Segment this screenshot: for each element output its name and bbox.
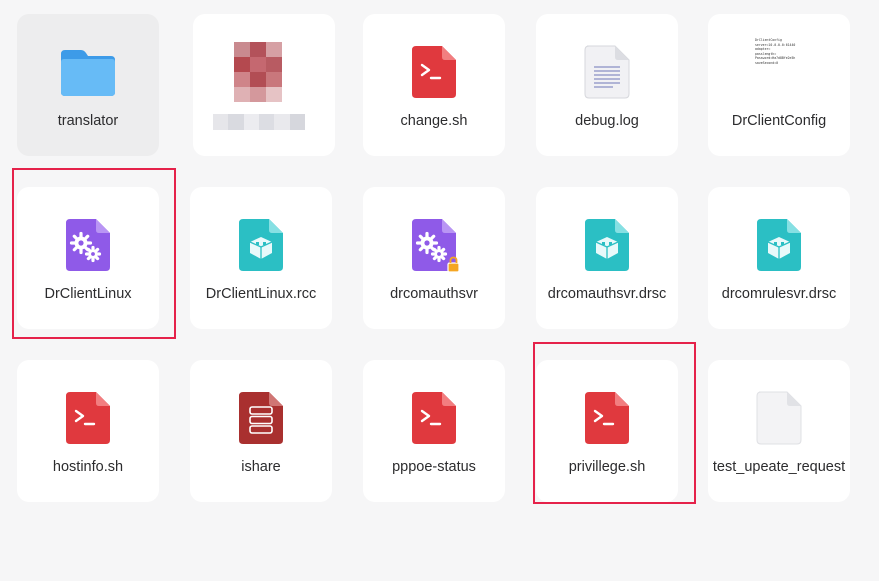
file-name: debug.log [575,113,639,129]
package-icon [749,215,809,275]
package-icon [577,215,637,275]
file-item-hostinfo-sh[interactable]: hostinfo.sh [17,360,159,502]
file-grid: translator change.sh debug.log DrClientC… [0,0,879,581]
file-name: DrClientConfig [731,113,827,129]
executable-gear-locked-icon [404,215,464,275]
file-name: hostinfo.sh [52,459,124,475]
text-document-icon [577,42,637,102]
file-name: pppoe-status [392,459,476,475]
folder-icon [58,42,118,102]
package-icon [231,215,291,275]
file-item-translator[interactable]: translator [17,14,159,156]
database-icon [231,388,291,448]
file-item-redacted[interactable] [193,14,335,156]
file-name: drcomrulesvr.drsc [721,286,837,302]
file-name: translator [57,113,119,129]
config-preview-line: saveSecond=0 [755,60,779,65]
file-name: test_upeate_request [712,459,846,475]
file-item-drclientlinux-rcc[interactable]: DrClientLinux.rcc [190,187,332,329]
file-item-ishare[interactable]: ishare [190,360,332,502]
shell-script-icon [404,388,464,448]
blank-document-icon [749,388,809,448]
file-item-drcomauthsvr-drsc[interactable]: drcomauthsvr.drsc [536,187,678,329]
highlight-box-drclientlinux [12,168,176,339]
shell-script-icon [58,388,118,448]
file-name [213,114,305,130]
file-item-drclientconfig[interactable]: DrClientConfig server=10.0.0.0:61440 adapt… [708,14,850,156]
highlight-box-privillege-sh [533,342,696,504]
file-item-drcomrulesvr-drsc[interactable]: drcomrulesvr.drsc [708,187,850,329]
file-item-change-sh[interactable]: change.sh [363,14,505,156]
file-name: change.sh [400,113,468,129]
config-document-icon: DrClientConfig server=10.0.0.0:61440 adapt… [755,38,795,66]
image-thumbnail-icon [234,42,282,102]
file-name: drcomauthsvr [390,286,478,302]
file-item-drcomauthsvr[interactable]: drcomauthsvr [363,187,505,329]
shell-script-icon [404,42,464,102]
file-name: ishare [241,459,281,475]
file-item-pppoe-status[interactable]: pppoe-status [363,360,505,502]
file-item-test-upeate-request[interactable]: test_upeate_request [708,360,850,502]
file-name: DrClientLinux.rcc [205,286,317,302]
file-name: drcomauthsvr.drsc [547,286,667,302]
file-item-debug-log[interactable]: debug.log [536,14,678,156]
